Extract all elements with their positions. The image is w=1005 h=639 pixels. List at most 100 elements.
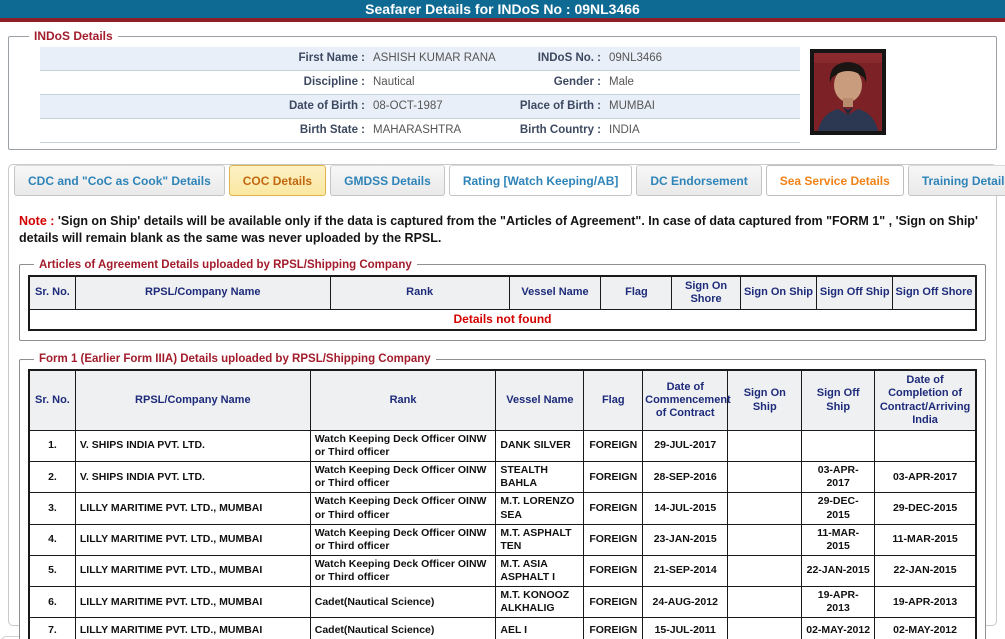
birth-country-value: INDIA — [609, 124, 640, 136]
aoa-col-on-ship: Sign On Ship — [739, 275, 818, 311]
gender-value: Male — [609, 76, 634, 88]
indos-row-name: First Name : ASHISH KUMAR RANA INDoS No.… — [40, 47, 800, 71]
cell-flag: FOREIGN — [583, 461, 644, 494]
dob-label: Date of Birth : — [288, 100, 365, 112]
cell-vessel: M.T. ASIA ASPHALT I — [495, 554, 585, 588]
tab-sea-service-details[interactable]: Sea Service Details — [765, 165, 904, 196]
cell-flag: FOREIGN — [583, 554, 644, 588]
first-name-label: First Name : — [298, 52, 365, 64]
aoa-col-off-shore: Sign Off Shore — [892, 275, 977, 311]
form1-col-sign-on-ship: Sign On Ship — [727, 369, 803, 431]
dob-value: 08-OCT-1987 — [373, 100, 443, 112]
cell-flag: FOREIGN — [583, 586, 644, 619]
cell-completion: 22-JAN-2015 — [874, 554, 977, 588]
aoa-col-off-ship: Sign Off Ship — [816, 275, 894, 311]
discipline-value: Nautical — [373, 76, 415, 88]
table-row: 5. LILLY MARITIME PVT. LTD., MUMBAI Watc… — [28, 554, 977, 588]
cell-sign-off-ship: 22-JAN-2015 — [801, 554, 876, 588]
indos-row-discipline: Discipline : Nautical Gender : Male — [40, 71, 800, 95]
cell-vessel: M.T. ASPHALT TEN — [495, 523, 585, 556]
cell-company: LILLY MARITIME PVT. LTD., MUMBAI — [74, 586, 311, 619]
cell-flag: FOREIGN — [583, 492, 644, 525]
cell-sign-off-ship: 03-APR-2017 — [801, 461, 876, 494]
cell-flag: FOREIGN — [583, 617, 644, 639]
cell-commencement: 29-JUL-2017 — [642, 429, 729, 463]
cell-rank: Watch Keeping Deck Officer OINW or Third… — [309, 492, 497, 525]
tab-dc-endorsement[interactable]: DC Endorsement — [636, 165, 762, 196]
cell-commencement: 28-SEP-2016 — [642, 461, 729, 494]
cell-commencement: 14-JUL-2015 — [642, 492, 729, 525]
form1-col-sr: Sr. No. — [28, 369, 76, 431]
form1-section: Form 1 (Earlier Form IIIA) Details uploa… — [19, 353, 986, 639]
aoa-empty-message: Details not found — [28, 309, 977, 331]
cell-sign-off-ship: 11-MAR-2015 — [801, 523, 876, 556]
aoa-col-on-shore: Sign On Shore — [671, 275, 741, 311]
cell-sr: 3. — [28, 492, 76, 525]
cell-rank: Watch Keeping Deck Officer OINW or Third… — [309, 523, 497, 556]
aoa-header-row: Sr. No. RPSL/Company Name Rank Vessel Na… — [28, 275, 977, 311]
aoa-col-sr: Sr. No. — [28, 275, 76, 311]
cell-sr: 4. — [28, 523, 76, 556]
seafarer-photo-graphic — [814, 53, 882, 131]
table-row: 4. LILLY MARITIME PVT. LTD., MUMBAI Watc… — [28, 523, 977, 556]
cell-flag: FOREIGN — [583, 429, 644, 463]
aoa-table: Sr. No. RPSL/Company Name Rank Vessel Na… — [28, 274, 977, 332]
cell-completion: 29-DEC-2015 — [874, 492, 977, 525]
cell-company: LILLY MARITIME PVT. LTD., MUMBAI — [74, 492, 311, 525]
cell-sign-on-ship — [727, 523, 803, 556]
cell-sr: 6. — [28, 586, 76, 619]
cell-sign-off-ship: 19-APR-2013 — [801, 586, 876, 619]
tab-bar: CDC and "CoC as Cook" Details COC Detail… — [9, 165, 1005, 196]
cell-sign-off-ship: 02-MAY-2012 — [801, 617, 876, 639]
table-row: 3. LILLY MARITIME PVT. LTD., MUMBAI Watc… — [28, 492, 977, 525]
form1-col-completion: Date of Completion of Contract/Arriving … — [874, 369, 977, 431]
indos-no-value: 09NL3466 — [609, 52, 663, 64]
table-row: 1. V. SHIPS INDIA PVT. LTD. Watch Keepin… — [28, 429, 977, 463]
indos-details-legend: INDoS Details — [34, 29, 113, 43]
tab-gmdss-details[interactable]: GMDSS Details — [330, 165, 445, 196]
aoa-col-company: RPSL/Company Name — [74, 275, 331, 311]
tab-training-details[interactable]: Training Details — [907, 165, 1005, 196]
form1-legend: Form 1 (Earlier Form IIIA) Details uploa… — [39, 353, 431, 366]
tab-rating[interactable]: Rating [Watch Keeping/AB] — [448, 165, 633, 196]
indos-row-birth: Date of Birth : 08-OCT-1987 Place of Bir… — [40, 95, 800, 119]
page-title: Seafarer Details for INDoS No : 09NL3466 — [365, 1, 640, 17]
tab-coc-details[interactable]: COC Details — [228, 165, 327, 196]
indos-row-state: Birth State : MAHARASHTRA Birth Country … — [40, 119, 800, 143]
cell-vessel: AEL I — [495, 617, 585, 639]
tab-cdc-coc-cook[interactable]: CDC and "CoC as Cook" Details — [14, 165, 225, 196]
form1-col-sign-off-ship: Sign Off Ship — [801, 369, 876, 431]
form1-col-rank: Rank — [309, 369, 497, 431]
cell-company: V. SHIPS INDIA PVT. LTD. — [74, 429, 311, 463]
cell-sign-on-ship — [727, 429, 803, 463]
cell-commencement: 21-SEP-2014 — [642, 554, 729, 588]
aoa-empty-row: Details not found — [28, 309, 977, 331]
cell-sr: 7. — [28, 617, 76, 639]
table-row: 6. LILLY MARITIME PVT. LTD., MUMBAI Cade… — [28, 586, 977, 619]
cell-sr: 2. — [28, 461, 76, 494]
form1-col-commencement: Date of Commencement of Contract — [642, 369, 731, 431]
aoa-col-rank: Rank — [329, 275, 510, 311]
cell-commencement: 24-AUG-2012 — [642, 586, 729, 619]
pob-label: Place of Birth : — [519, 100, 601, 112]
cell-vessel: M.T. KONOOZ ALKHALIG — [495, 586, 585, 619]
first-name-value: ASHISH KUMAR RANA — [373, 52, 496, 64]
cell-company: V. SHIPS INDIA PVT. LTD. — [74, 461, 311, 494]
form1-header-row: Sr. No. RPSL/Company Name Rank Vessel Na… — [28, 369, 977, 431]
cell-completion: 19-APR-2013 — [874, 586, 977, 619]
birth-state-label: Birth State : — [299, 124, 365, 136]
indos-details-section: INDoS Details First Name : ASHISH KUMAR … — [8, 29, 997, 150]
cell-sign-on-ship — [727, 461, 803, 494]
cell-sr: 1. — [28, 429, 76, 463]
aoa-legend: Articles of Agreement Details uploaded b… — [39, 258, 412, 271]
form1-table: Sr. No. RPSL/Company Name Rank Vessel Na… — [28, 369, 977, 639]
cell-completion: 03-APR-2017 — [874, 461, 977, 494]
cell-commencement: 23-JAN-2015 — [642, 523, 729, 556]
cell-completion: 02-MAY-2012 — [874, 617, 977, 639]
cell-completion — [874, 429, 977, 463]
cell-company: LILLY MARITIME PVT. LTD., MUMBAI — [74, 617, 311, 639]
cell-sign-on-ship — [727, 617, 803, 639]
table-row: 7. LILLY MARITIME PVT. LTD., MUMBAI Cade… — [28, 617, 977, 639]
form1-col-company: RPSL/Company Name — [74, 369, 311, 431]
indos-no-label: INDoS No. : — [537, 52, 601, 64]
